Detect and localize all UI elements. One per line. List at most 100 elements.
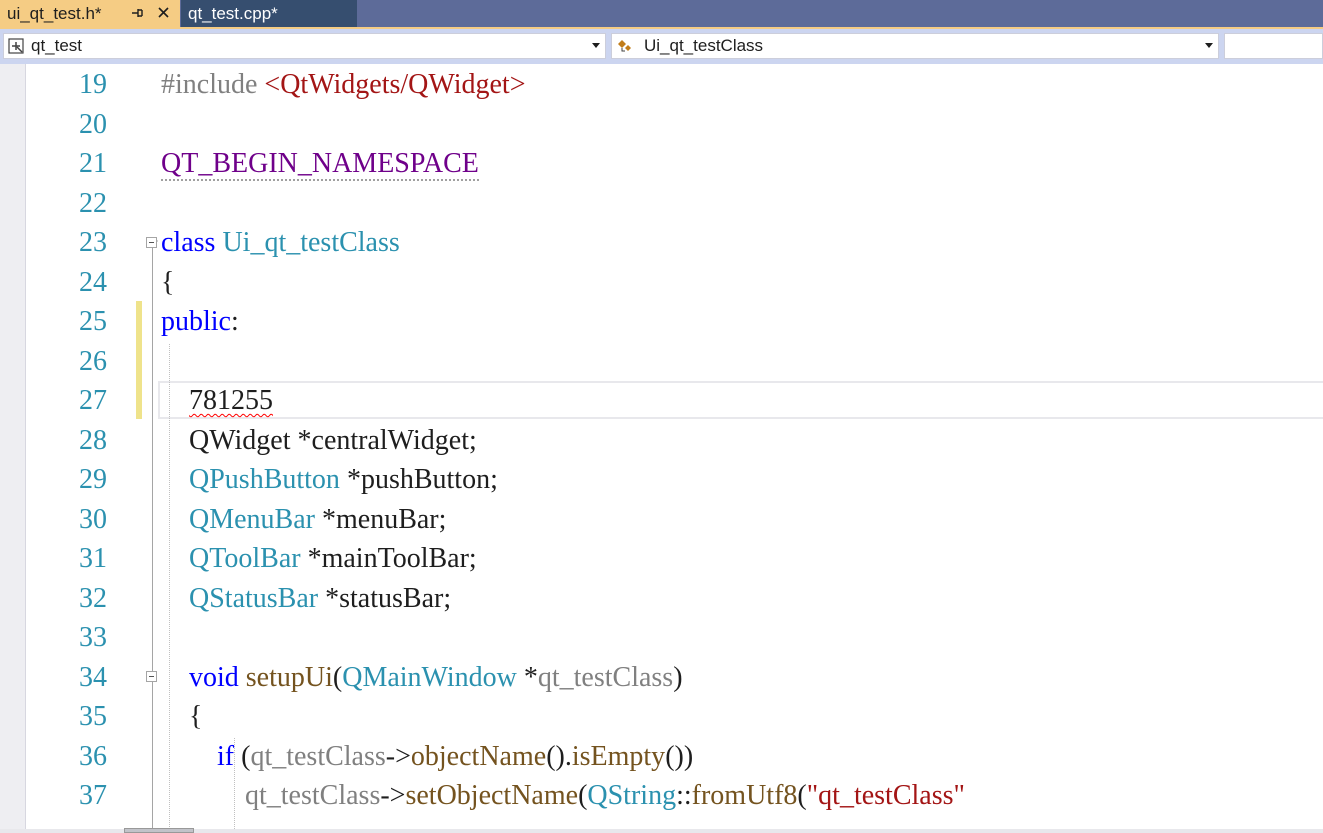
line-number: 24: [79, 266, 107, 298]
chevron-down-icon: [1205, 43, 1213, 48]
code-token: QToolBar: [189, 543, 301, 574]
code-token: qt_testClass: [537, 661, 674, 693]
code-line: public:: [161, 302, 239, 342]
code-token: objectName: [410, 740, 547, 772]
line-number: 23: [79, 227, 107, 258]
code-token: qt_testClass: [245, 780, 381, 811]
code-token: QString: [587, 780, 677, 811]
code-token: QWidget *centralWidget;: [161, 424, 477, 456]
selection-margin[interactable]: [0, 64, 25, 829]
tab-ui-qt-test-h[interactable]: ui_qt_test.h*: [0, 0, 180, 27]
code-token: ::: [676, 780, 692, 811]
member-dropdown[interactable]: [1224, 33, 1323, 59]
close-icon[interactable]: [156, 5, 171, 20]
code-token: fromUtf8: [691, 780, 798, 811]
code-token: QStatusBar: [189, 582, 319, 614]
code-token: if: [217, 740, 242, 772]
code-line: class Ui_qt_testClass: [161, 223, 400, 263]
collapse-function-icon[interactable]: [146, 671, 157, 682]
line-number: 20: [79, 108, 107, 140]
line-number: 26: [79, 345, 107, 377]
code-token: QMenuBar: [189, 503, 315, 535]
code-token: {: [161, 266, 175, 298]
chevron-down-icon: [592, 43, 600, 48]
code-token: ->: [380, 780, 406, 811]
line-number: 22: [79, 187, 107, 219]
code-editor[interactable]: 19 20 21 22 23 24 25 26 27 28 29 30 31 32 33 34 35 36 37 #…: [0, 64, 1323, 829]
line-number: 28: [79, 424, 107, 456]
code-token: "qt_testClass": [806, 780, 965, 811]
code-token: (: [797, 780, 807, 811]
code-token: *pushButton;: [339, 464, 498, 495]
horizontal-scrollbar[interactable]: [0, 829, 1323, 833]
code-token: (: [578, 780, 588, 811]
line-number: 35: [79, 701, 107, 732]
line-number: 36: [79, 740, 107, 772]
collapse-class-icon[interactable]: [146, 237, 157, 248]
code-text-area[interactable]: #include <QtWidgets/QWidget> QT_BEGIN_NAM…: [161, 64, 1323, 829]
code-token: qt_testClass: [250, 740, 386, 772]
code-token: ->: [385, 740, 411, 772]
tab-label: ui_qt_test.h*: [7, 3, 102, 23]
code-token: 781255: [189, 385, 273, 416]
document-tab-strip: ui_qt_test.h* qt_test.cpp*: [0, 0, 1323, 29]
code-token: QT_BEGIN_NAMESPACE: [161, 148, 479, 181]
code-token: *statusBar;: [318, 582, 452, 614]
code-token: void: [189, 661, 246, 693]
code-token: setupUi: [245, 661, 333, 693]
code-token: ): [673, 661, 683, 693]
code-token: #include: [161, 69, 265, 100]
project-dropdown-value: qt_test: [31, 36, 83, 55]
code-token: ().: [546, 740, 572, 772]
navigation-bar: qt_test Ui_qt_testClass: [0, 29, 1323, 64]
line-number: 30: [79, 503, 107, 535]
line-number: 29: [79, 464, 107, 495]
code-line: QToolBar *mainToolBar;: [161, 539, 477, 579]
line-number: 27: [79, 385, 107, 416]
code-line: 781255: [161, 381, 273, 421]
code-line: {: [161, 263, 174, 303]
line-number: 34: [79, 661, 107, 693]
code-token: public: [161, 306, 231, 337]
line-number: 31: [79, 543, 107, 574]
line-number: 21: [79, 148, 107, 179]
code-line: qt_testClass->setObjectName(QString::fro…: [161, 776, 965, 816]
outlining-margin: [152, 240, 158, 829]
line-number: 32: [79, 582, 107, 614]
code-line: QPushButton *pushButton;: [161, 460, 498, 500]
line-number: 25: [79, 306, 107, 337]
scope-dropdown-value: Ui_qt_testClass: [644, 36, 764, 55]
tab-label: qt_test.cpp*: [188, 3, 278, 23]
code-line: QT_BEGIN_NAMESPACE: [161, 144, 479, 184]
scope-dropdown[interactable]: Ui_qt_testClass: [611, 33, 1219, 59]
pin-icon[interactable]: [130, 6, 144, 20]
code-token: *mainToolBar;: [300, 543, 477, 574]
code-token: setObjectName: [405, 780, 579, 811]
line-number-gutter: 19 20 21 22 23 24 25 26 27 28 29 30 31 32 33 34 35 36 37: [26, 64, 111, 829]
code-line: {: [161, 697, 202, 737]
code-token: <QtWidgets/QWidget>: [264, 69, 526, 100]
code-token: *: [516, 661, 538, 693]
project-dropdown[interactable]: qt_test: [3, 33, 606, 59]
horizontal-scroll-thumb[interactable]: [124, 828, 194, 833]
code-token: class: [161, 227, 223, 258]
code-token: ()): [665, 740, 694, 772]
tab-qt-test-cpp[interactable]: qt_test.cpp*: [181, 0, 357, 27]
code-line: QWidget *centralWidget;: [161, 421, 477, 461]
code-line: QMenuBar *menuBar;: [161, 500, 446, 540]
code-token: *menuBar;: [314, 503, 447, 535]
code-token: :: [231, 306, 239, 337]
code-token: QPushButton: [189, 464, 340, 495]
code-line: QStatusBar *statusBar;: [161, 579, 451, 619]
code-line: #include <QtWidgets/QWidget>: [161, 65, 526, 105]
class-icon: [618, 40, 631, 52]
code-token: Ui_qt_testClass: [222, 227, 400, 258]
code-token: (: [332, 661, 343, 693]
